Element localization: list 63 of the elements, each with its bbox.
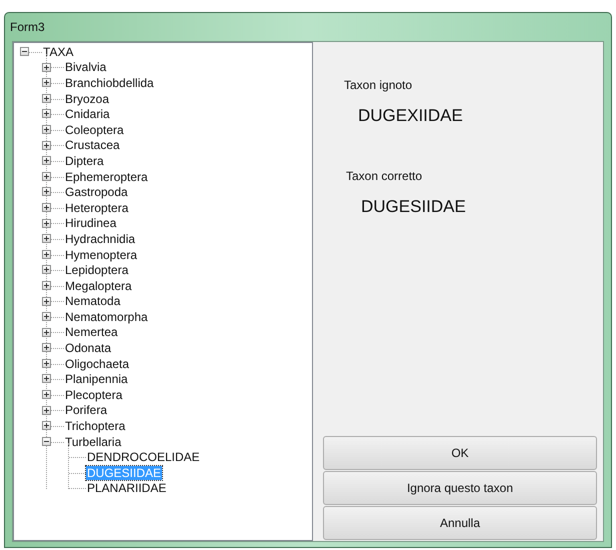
dialog-button[interactable]: OK [323, 436, 597, 470]
dialog-button[interactable]: Ignora questo taxon [323, 471, 597, 505]
tree-view[interactable] [13, 42, 313, 541]
tree-item[interactable]: Turbellaria [64, 434, 122, 449]
expand-icon[interactable] [42, 202, 51, 212]
tree-item[interactable]: Oligochaeta [64, 356, 130, 371]
expand-icon[interactable] [42, 94, 51, 103]
tree-item[interactable]: Trichoptera [64, 419, 126, 434]
collapse-icon[interactable] [20, 47, 29, 56]
expand-icon[interactable] [42, 328, 51, 337]
tree-item[interactable]: Planipennia [64, 372, 129, 386]
expand-icon[interactable] [42, 280, 51, 290]
expand-icon[interactable] [42, 406, 51, 415]
expand-icon[interactable] [42, 78, 51, 88]
tree-item[interactable]: Cnidaria [64, 107, 111, 122]
expand-icon[interactable] [42, 124, 51, 134]
tree-item[interactable]: Nematoda [64, 294, 122, 308]
expand-icon[interactable] [42, 234, 51, 244]
tree-item[interactable]: Porifera [64, 403, 108, 418]
tree-item[interactable]: TAXA [42, 44, 74, 59]
expand-icon[interactable] [42, 109, 51, 118]
tree-item[interactable]: Nemertea [64, 325, 119, 340]
expand-icon[interactable] [42, 250, 51, 259]
unknown-taxon-label: Taxon ignoto [344, 77, 414, 94]
tree-item[interactable]: Nematomorpha [64, 310, 149, 324]
unknown-taxon-value: DUGEXIIDAE [358, 105, 464, 127]
window-title: Form3 [10, 19, 45, 36]
correct-taxon-label: Taxon corretto [346, 168, 424, 184]
expand-icon[interactable] [42, 172, 51, 181]
expand-icon[interactable] [42, 312, 51, 322]
tree-item[interactable]: Megaloptera [64, 278, 133, 293]
tree-item[interactable]: Coleoptera [64, 122, 125, 137]
expand-icon[interactable] [42, 187, 51, 196]
correct-taxon-value: DUGESIIDAE [361, 196, 467, 218]
expand-icon[interactable] [42, 140, 51, 150]
tree-item[interactable]: Lepidoptera [64, 263, 130, 278]
tree-item[interactable]: Crustacea [64, 138, 121, 152]
expand-icon[interactable] [42, 343, 51, 352]
expand-icon[interactable] [42, 62, 51, 72]
tree-item[interactable]: Hirudinea [64, 216, 118, 230]
tree-item[interactable]: Odonata [64, 341, 112, 356]
collapse-icon[interactable] [42, 436, 51, 446]
tree-item[interactable]: Branchiobdellida [64, 76, 155, 90]
tree-item[interactable]: Ephemeroptera [64, 170, 149, 184]
tree-item[interactable]: Heteroptera [64, 200, 130, 215]
tree-item[interactable]: Gastropoda [64, 185, 129, 200]
expand-icon[interactable] [42, 296, 51, 306]
dialog-button[interactable]: Annulla [323, 506, 597, 540]
expand-icon[interactable] [42, 421, 51, 430]
expand-icon[interactable] [42, 374, 51, 384]
tree-item[interactable]: DENDROCOELIDAE [86, 450, 201, 464]
expand-icon[interactable] [42, 156, 51, 166]
tree-item[interactable]: Diptera [64, 154, 105, 168]
expand-icon[interactable] [42, 390, 51, 400]
tree-item[interactable]: PLANARIIDAE [86, 481, 168, 496]
tree-item[interactable]: Bivalvia [64, 60, 108, 74]
expand-icon[interactable] [42, 218, 51, 228]
expand-icon[interactable] [42, 265, 51, 274]
tree-item[interactable]: Hymenoptera [64, 248, 138, 262]
expand-icon[interactable] [42, 358, 51, 368]
tree-item[interactable]: Hydrachnidia [64, 232, 136, 246]
tree-item[interactable]: Plecoptera [64, 388, 124, 402]
tree-item[interactable]: Bryozoa [64, 92, 110, 106]
